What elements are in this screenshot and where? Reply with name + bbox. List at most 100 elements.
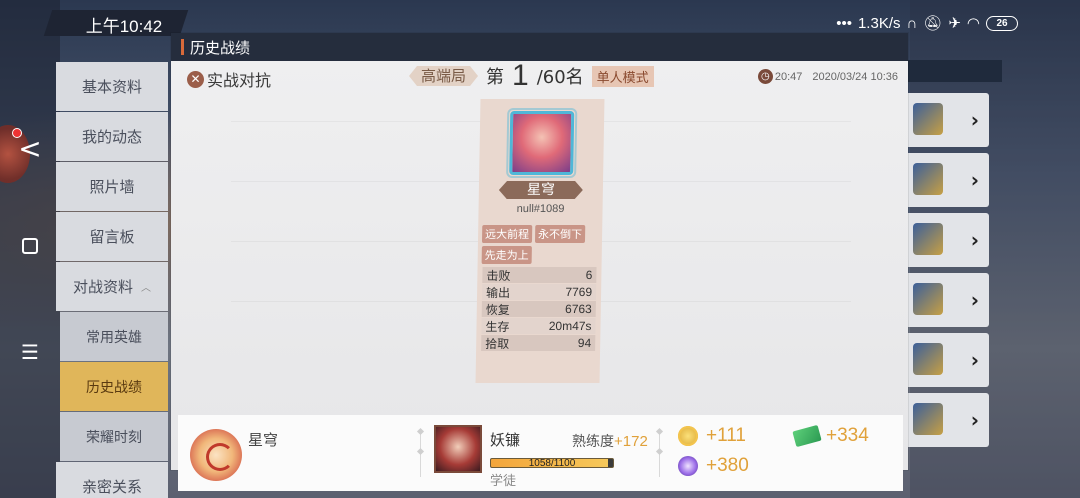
gold-reward: +111 (678, 425, 746, 447)
exp-reward: +380 (678, 455, 749, 477)
stat-value: 6763 (564, 302, 592, 316)
home-icon (22, 238, 38, 254)
sidebar-subitem-glory-moments[interactable]: 荣耀时刻 (60, 412, 168, 461)
sidebar-item-label: 基本资料 (81, 78, 142, 96)
item-icon (913, 103, 943, 135)
stat-label: 生存 (485, 319, 510, 334)
stat-value: 7769 (565, 285, 593, 299)
rank-tier-badge: 高端局 (409, 66, 478, 86)
stat-row-healing: 恢复 6763 (481, 301, 596, 317)
match-duration: 20:47 (774, 70, 803, 83)
divider (659, 429, 660, 477)
mastery-label: 熟练度 (572, 434, 614, 450)
match-time: ◷ 20:47 2020/03/24 10:36 (757, 69, 898, 84)
item-icon (913, 223, 943, 255)
profile-sidebar: 基本资料 我的动态 照片墙 留言板 对战资料 ︿ 常用英雄 历史战绩 荣耀时刻 … (56, 62, 168, 498)
ticket-reward: +334 (792, 424, 869, 448)
exp-reward-value: +380 (706, 455, 749, 476)
mastery-progress-text: 1058/1100 (528, 458, 576, 468)
sidebar-item-label: 亲密关系 (81, 478, 142, 496)
player-emblem (190, 429, 242, 481)
stat-row-survival: 生存 20m47s (481, 318, 596, 334)
more-dots-icon: ••• (836, 14, 852, 32)
mastery-progress-bar: 1058/1100 (490, 458, 614, 468)
history-row[interactable]: › (895, 393, 989, 447)
clock-icon: ◷ (757, 69, 773, 84)
divider (420, 429, 421, 477)
player-tags: 远大前程 永不倒下 先走为上 (481, 225, 601, 264)
back-button[interactable]: < (14, 132, 46, 165)
modal-title-bar: 历史战绩 (171, 33, 908, 61)
headset-icon: ∩ (906, 14, 918, 32)
sidebar-item-intimacy[interactable]: 亲密关系 (56, 462, 168, 498)
modal-body: ✕ 实战对抗 高端局 第 1 /60名 单人模式 ◷ 20:47 2020/03… (171, 59, 908, 491)
footer-player-name: 星穹 (248, 431, 279, 449)
network-speed: 1.3K/s (857, 14, 901, 32)
match-detail-modal: 历史战绩 ✕ 实战对抗 高端局 第 1 /60名 单人模式 ◷ 20:47 20… (171, 33, 908, 491)
player-id: null#1089 (516, 203, 565, 215)
item-icon (913, 403, 943, 435)
history-row[interactable]: › (895, 93, 989, 147)
sidebar-item-basic-info[interactable]: 基本资料 (56, 62, 168, 111)
hero-name: 妖镰 (490, 431, 521, 449)
stat-row-damage: 输出 7769 (481, 284, 597, 300)
mastery-value: +172 (614, 433, 648, 450)
sidebar-item-label: 照片墙 (89, 178, 135, 196)
title-accent (181, 39, 184, 55)
chevron-right-icon: › (970, 408, 979, 432)
stat-value: 6 (585, 268, 593, 282)
history-row[interactable]: › (895, 153, 989, 207)
modal-title: 历史战绩 (190, 38, 251, 57)
stat-row-pickups: 拾取 94 (481, 335, 596, 351)
sidebar-item-label: 历史战绩 (86, 379, 142, 396)
chevron-right-icon: › (970, 168, 979, 192)
sidebar-item-label: 对战资料 (72, 278, 133, 296)
stats-table: 击败 6 输出 7769 恢复 6763 生存 20m47s 拾取 94 (481, 267, 597, 352)
sidebar-subitem-common-heroes[interactable]: 常用英雄 (60, 312, 168, 361)
rank-total: /60名 (536, 67, 584, 88)
rank-prefix: 第 (486, 67, 505, 88)
sidebar-subitem-history[interactable]: 历史战绩 (60, 362, 168, 411)
stat-value: 20m47s (548, 319, 592, 333)
ticket-reward-value: +334 (826, 425, 869, 446)
rank-summary: 高端局 第 1 /60名 单人模式 (409, 59, 654, 92)
achievement-tag: 远大前程 (481, 225, 533, 243)
player-avatar[interactable] (509, 111, 575, 175)
match-mode-label: ✕ 实战对抗 (187, 67, 271, 91)
mute-bell-icon: 🔕︎ (923, 15, 943, 32)
chevron-right-icon: › (970, 288, 979, 312)
match-datetime: 2020/03/24 10:36 (812, 70, 898, 83)
sidebar-item-my-feed[interactable]: 我的动态 (56, 112, 168, 161)
match-mode-badge: 单人模式 (591, 65, 654, 87)
gold-coin-icon (678, 426, 698, 446)
sidebar-item-message-board[interactable]: 留言板 (56, 212, 168, 261)
chevron-up-icon: ︿ (141, 283, 151, 294)
sidebar-item-label: 我的动态 (81, 128, 142, 146)
stat-row-kills: 击败 6 (482, 267, 597, 283)
mode-label-text: 实战对抗 (207, 71, 272, 90)
stat-label: 恢复 (485, 302, 510, 317)
home-button[interactable] (14, 238, 46, 258)
player-name: 星穹 (499, 181, 583, 199)
sidebar-item-label: 常用英雄 (86, 329, 142, 346)
item-icon (913, 283, 943, 315)
mastery-gain: 熟练度+172 (572, 431, 648, 451)
status-time: 上午10:42 (85, 17, 163, 36)
history-row[interactable]: › (895, 333, 989, 387)
close-icon[interactable]: ✕ (187, 70, 204, 88)
sidebar-item-battle-data[interactable]: 对战资料 ︿ (56, 262, 168, 311)
stat-value: 94 (577, 336, 592, 350)
history-row[interactable]: › (895, 213, 989, 267)
stat-label: 击败 (486, 268, 511, 283)
ticket-icon (792, 424, 822, 448)
item-icon (913, 343, 943, 375)
exp-orb-icon (678, 456, 698, 476)
status-indicators: ••• 1.3K/s ∩ 🔕︎ ✈ ◠ 26 (836, 12, 1018, 34)
history-row[interactable]: › (895, 273, 989, 327)
stat-label: 拾取 (485, 336, 510, 351)
hero-portrait[interactable] (434, 425, 482, 473)
recent-apps-button[interactable]: ☰ (14, 340, 46, 364)
wifi-icon: ◠ (966, 15, 980, 32)
sidebar-item-label: 荣耀时刻 (86, 429, 142, 446)
sidebar-item-photo-wall[interactable]: 照片墙 (56, 162, 168, 211)
